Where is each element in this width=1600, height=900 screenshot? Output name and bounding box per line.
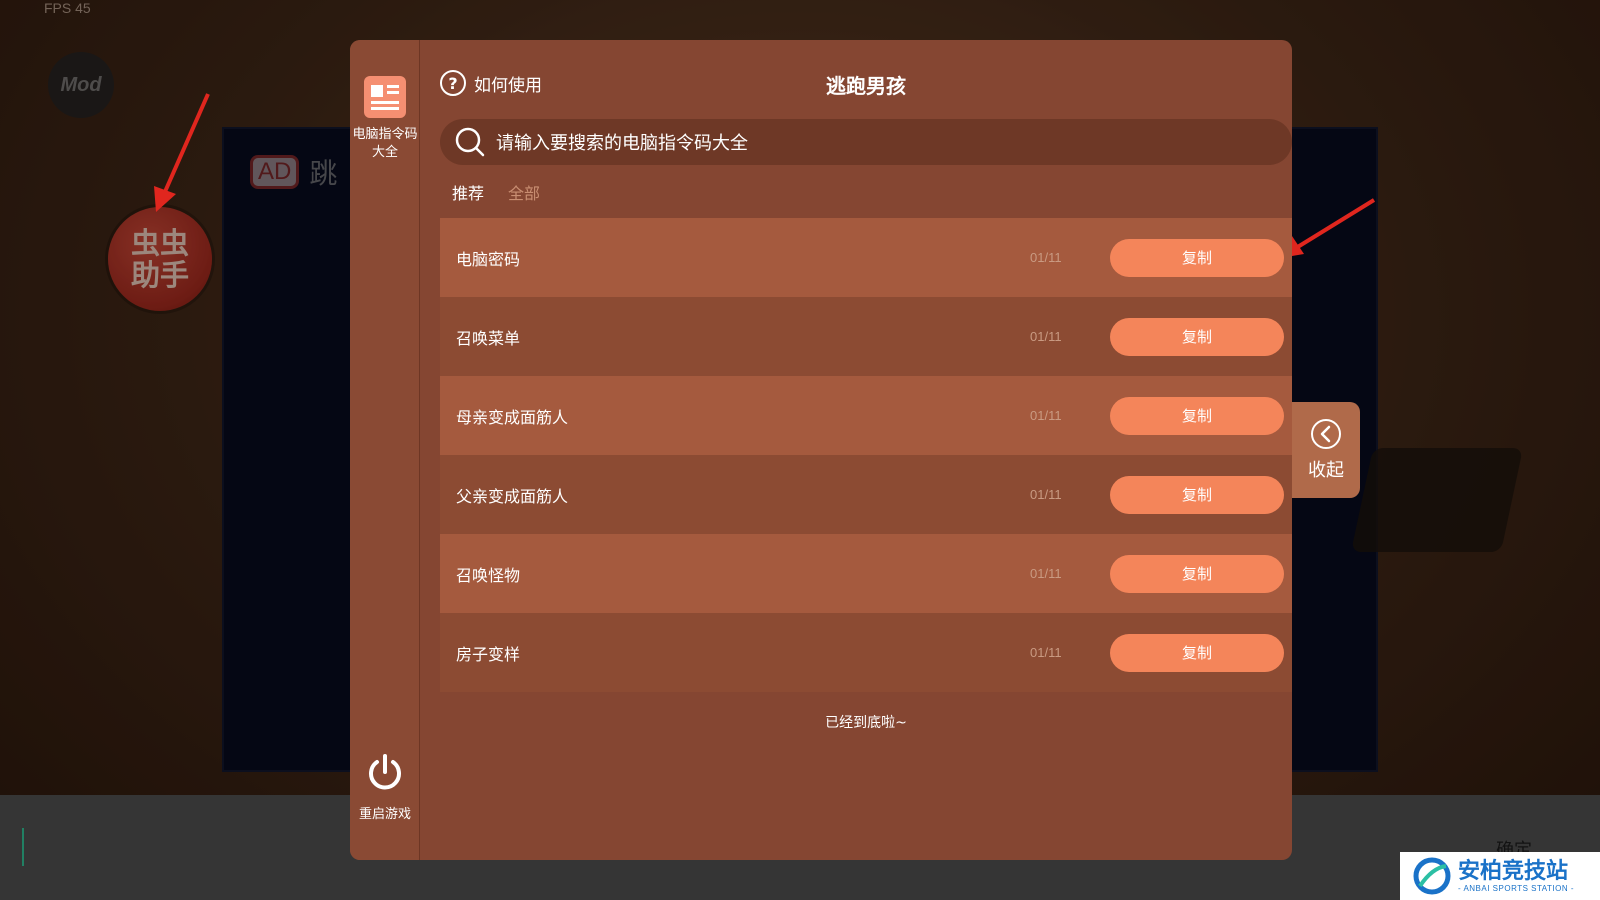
anbai-logo-icon [1413, 857, 1451, 895]
copy-button[interactable]: 复制 [1110, 396, 1284, 435]
collapse-button[interactable]: 收起 [1292, 402, 1360, 498]
copy-button[interactable]: 复制 [1110, 475, 1284, 514]
search-placeholder: 请输入要搜索的电脑指令码大全 [496, 133, 748, 154]
copy-button[interactable]: 复制 [1110, 317, 1284, 356]
power-icon [369, 754, 401, 790]
command-count: 01/11 [1030, 329, 1062, 344]
command-count: 01/11 [1030, 408, 1062, 423]
tab-recommended[interactable]: 推荐 [452, 180, 484, 204]
sidebar-item-restart[interactable]: 重启游戏 [350, 752, 420, 824]
command-name: 电脑密码 [456, 249, 521, 269]
command-row: 母亲变成面筋人 01/11 复制 [440, 376, 1292, 455]
collapse-label: 收起 [1308, 460, 1344, 481]
howto-label: 如何使用 [474, 75, 542, 96]
watermark-title: 安柏竞技站 [1458, 858, 1569, 884]
command-row: 房子变样 01/11 复制 [440, 613, 1292, 692]
command-name: 母亲变成面筋人 [456, 407, 569, 427]
end-of-list-message: 已经到底啦~ [825, 715, 907, 731]
search-input[interactable]: 请输入要搜索的电脑指令码大全 [440, 119, 1292, 165]
tab-bar: 推荐 全部 [452, 180, 540, 204]
howto-link[interactable]: ? 如何使用 [440, 70, 542, 96]
command-row: 电脑密码 01/11 复制 [440, 218, 1292, 297]
copy-button[interactable]: 复制 [1110, 633, 1284, 672]
sidebar-item-label: 重启游戏 [358, 807, 411, 822]
watermark-subtitle: - ANBAI SPORTS STATION - [1458, 883, 1575, 893]
command-count: 01/11 [1030, 566, 1062, 581]
copy-button[interactable]: 复制 [1110, 238, 1284, 277]
annotation-arrow-right [1280, 198, 1376, 258]
site-watermark: 安柏竞技站 - ANBAI SPORTS STATION - [1400, 852, 1600, 900]
command-row: 召唤菜单 01/11 复制 [440, 297, 1292, 376]
command-count: 01/11 [1030, 487, 1062, 502]
tab-all[interactable]: 全部 [508, 180, 540, 204]
command-list: 电脑密码 01/11 复制 召唤菜单 01/11 复制 母亲变成面筋人 01/11 复制 父亲变成… [440, 218, 1292, 692]
sidebar-item-commands[interactable]: 电脑指令码大全 [350, 76, 420, 162]
command-row: 父亲变成面筋人 01/11 复制 [440, 455, 1292, 534]
annotation-arrow-left [154, 93, 210, 212]
command-name: 召唤怪物 [456, 565, 521, 585]
news-list-icon [364, 76, 406, 118]
search-icon [455, 127, 485, 157]
copy-button[interactable]: 复制 [1110, 554, 1284, 593]
chevron-left-icon [1311, 419, 1341, 449]
command-name: 父亲变成面筋人 [456, 486, 569, 506]
command-row: 召唤怪物 01/11 复制 [440, 534, 1292, 613]
help-icon: ? [440, 70, 466, 96]
page-title: 逃跑男孩 [826, 74, 906, 98]
command-name: 召唤菜单 [456, 328, 521, 348]
sidebar-item-label: 电脑指令码大全 [352, 127, 418, 160]
panel-content: 逃跑男孩 ? 如何使用 请输入要搜索的电脑指令码大全 推荐 全部 电脑密码 01/… [440, 40, 1292, 860]
panel-sidebar: 电脑指令码大全 重启游戏 [350, 40, 420, 860]
command-name: 房子变样 [456, 644, 521, 664]
command-count: 01/11 [1030, 645, 1062, 660]
command-count: 01/11 [1030, 250, 1062, 265]
panel-header: 逃跑男孩 ? 如何使用 [440, 70, 1292, 100]
cheat-code-panel: 电脑指令码大全 重启游戏 逃跑男孩 ? 如何使用 请输入要搜索的电脑指令码大全 [350, 40, 1292, 860]
